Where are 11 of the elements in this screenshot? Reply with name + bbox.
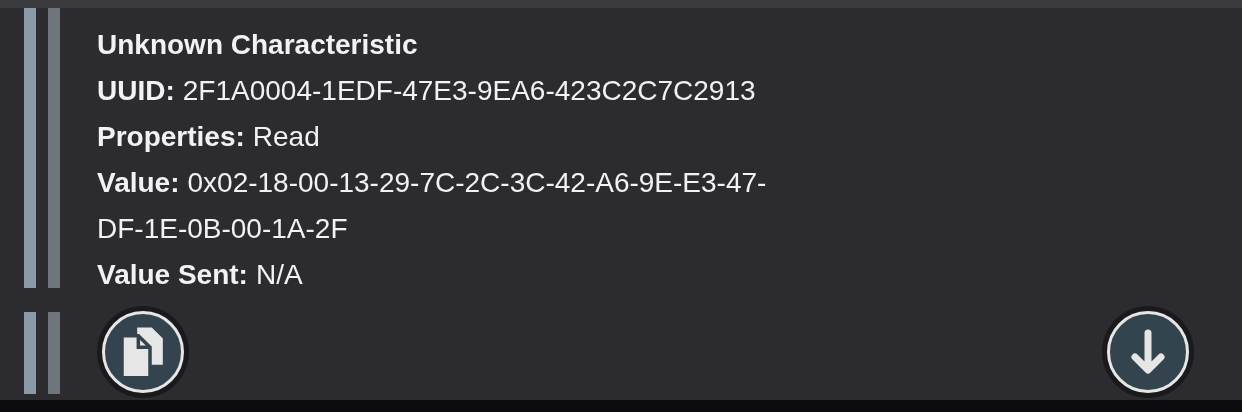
field-label: UUID: [97,74,175,108]
field-value: 2F1A0004-1EDF-47E3-9EA6-423C2C7C2913 [182,74,756,108]
field-value: N/A [255,258,303,292]
field-label: Properties: [97,120,245,154]
field-value: 0x02-18-00-13-29-7C-2C-3C-42-A6-9E-E3-47- [187,166,767,200]
characteristic-title: Unknown Characteristic [97,28,419,62]
field-label: Value: [97,166,180,200]
down-arrow-icon [1131,329,1165,375]
field-value: DF-1E-0B-00-1A-2F [97,212,348,246]
field-value: Read [252,120,320,154]
field-label: Value Sent: [97,258,248,292]
